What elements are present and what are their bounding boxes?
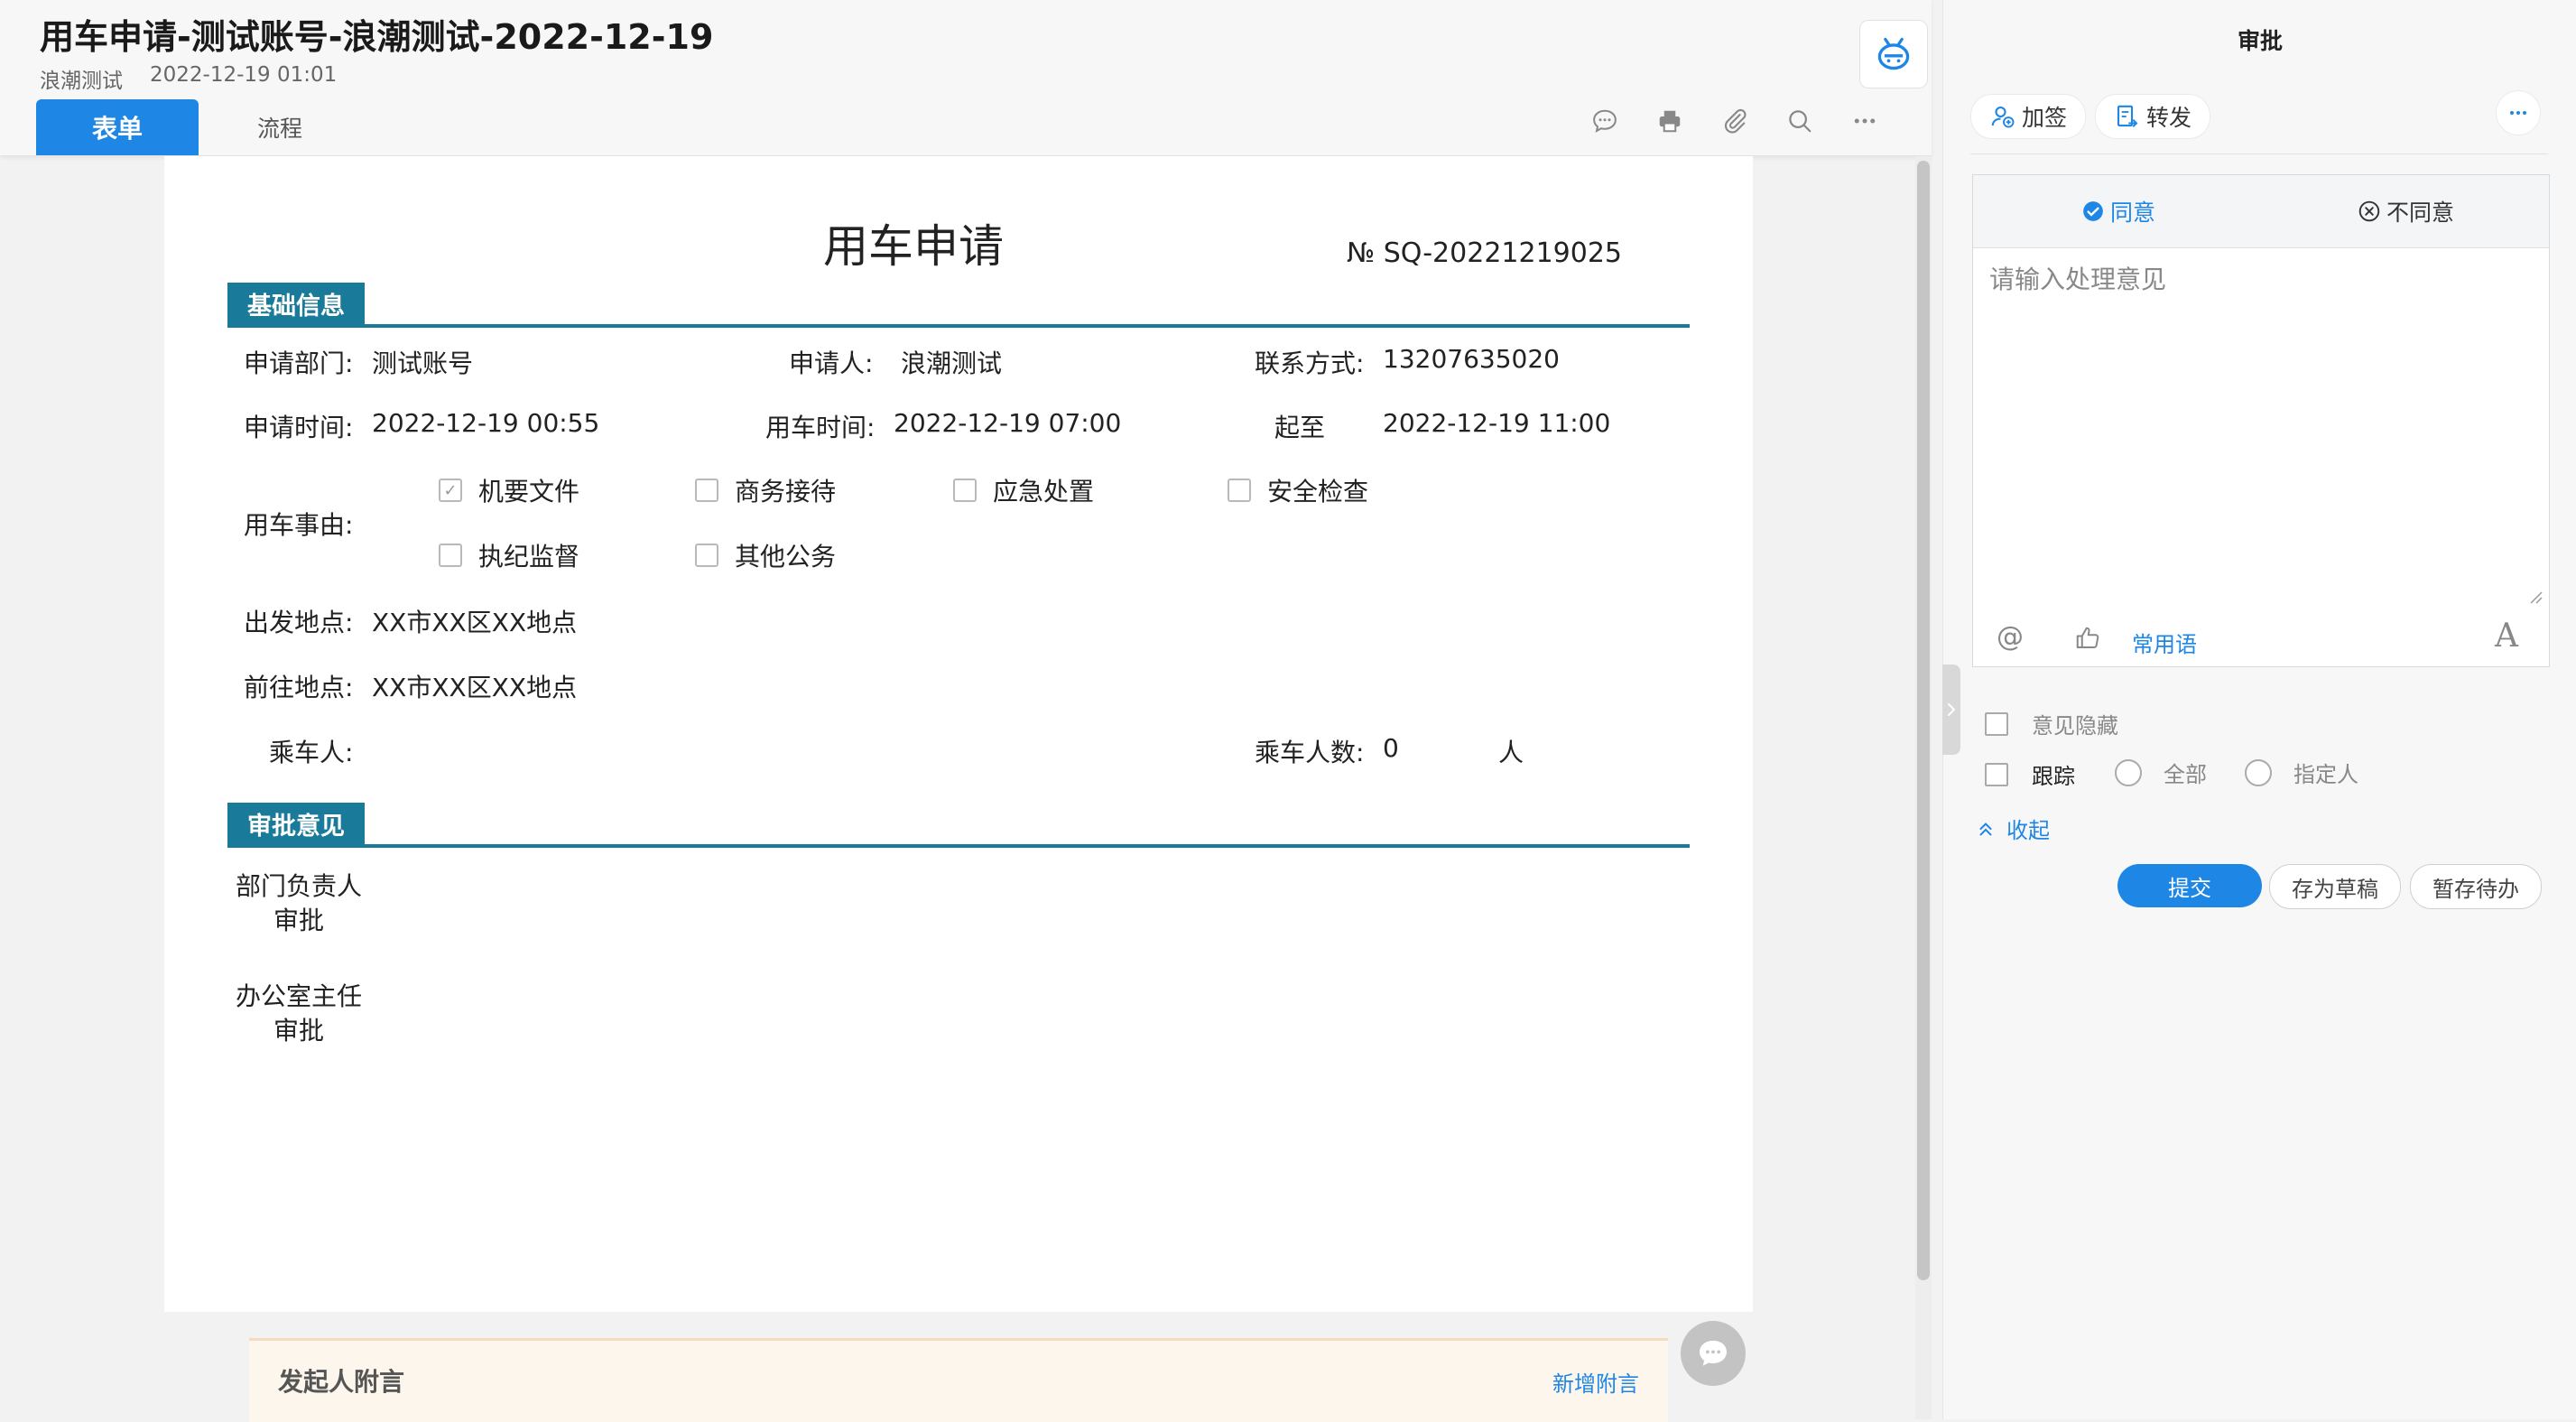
form-serial-number: № SQ-20221219025 (1347, 237, 1623, 269)
add-remark-link[interactable]: 新增附言 (1552, 1366, 1639, 1398)
check-circle-icon (2083, 201, 2103, 221)
radio[interactable] (2115, 758, 2142, 786)
section-approval: 审批意见 (227, 803, 1690, 848)
chevron-right-icon (1948, 703, 1956, 716)
user-add-icon (1991, 106, 2015, 128)
common-phrases-link[interactable]: 常用语 (2132, 627, 2197, 658)
reason-option[interactable]: ✓ 机要文件 (439, 472, 579, 508)
reason-option[interactable]: 其他公务 (695, 537, 836, 573)
until-label: 起至 (1274, 413, 1326, 442)
opinion-box: 同意 不同意 @ 常用语 A (1972, 174, 2550, 667)
until-value: 2022-12-19 11:00 (1383, 408, 1611, 438)
opinion-tabs: 同意 不同意 (1973, 175, 2549, 248)
left-scrollbar-thumb[interactable] (1917, 161, 1930, 1280)
reason-label: 用车事由: (244, 510, 354, 540)
panel-toggle-handle[interactable] (1942, 665, 1960, 755)
passenger-count-value: 0 (1383, 733, 1399, 763)
section-approval-label: 审批意见 (227, 803, 365, 844)
opinion-textarea[interactable] (1973, 249, 2549, 607)
approval-dept-head: 部门负责人 审批 (235, 871, 362, 935)
disagree-option[interactable]: 不同意 (2358, 175, 2454, 247)
more-icon[interactable] (1847, 103, 1883, 139)
applicant-label: 申请人: (789, 349, 874, 378)
checkbox[interactable] (695, 544, 718, 567)
approval-office-director: 办公室主任 审批 (235, 981, 362, 1046)
dept-value: 测试账号 (372, 349, 474, 378)
agree-option[interactable]: 同意 (2081, 175, 2155, 247)
tab-form[interactable]: 表单 (36, 99, 199, 155)
departure-label: 出发地点: (244, 608, 354, 637)
checkbox[interactable] (1228, 479, 1251, 502)
track-option[interactable]: 跟踪 (1985, 758, 2075, 790)
document-title: 用车申请-测试账号-浪潮测试-2022-12-19 (40, 17, 714, 57)
document-datetime: 2022-12-19 01:01 (150, 63, 338, 87)
document-header: 用车申请-测试账号-浪潮测试-2022-12-19 浪潮测试 2022-12-1… (0, 0, 1932, 156)
section-basic-info-label: 基础信息 (227, 283, 365, 324)
passenger-count-label: 乘车人数: (1255, 738, 1365, 767)
section-basic-info: 基础信息 (227, 283, 1690, 328)
track-assigned-radio[interactable]: 指定人 (2245, 757, 2358, 788)
apply-time-value: 2022-12-19 00:55 (372, 408, 600, 438)
panel-more-icon[interactable] (2496, 90, 2541, 135)
panel-title: 审批 (2237, 28, 2283, 54)
approval-panel: 审批 加签 转发 同意 不同意 @ (1942, 0, 2576, 1419)
reason-option[interactable]: 执纪监督 (439, 537, 579, 573)
use-time-label: 用车时间: (765, 413, 876, 442)
double-chevron-up-icon (1979, 822, 1992, 835)
search-icon[interactable] (1782, 103, 1818, 139)
save-pending-button[interactable]: 暂存待办 (2410, 864, 2542, 909)
submit-button[interactable]: 提交 (2117, 864, 2262, 907)
track-all-radio[interactable]: 全部 (2115, 757, 2207, 788)
tab-flow[interactable]: 流程 (217, 99, 343, 155)
add-sign-button[interactable]: 加签 (1970, 94, 2087, 139)
passenger-unit: 人 (1498, 738, 1524, 767)
destination-value: XX市XX区XX地点 (372, 673, 578, 702)
checkbox[interactable] (439, 544, 462, 567)
apply-time-label: 申请时间: (244, 413, 354, 442)
collapse-link[interactable]: 收起 (1976, 813, 2050, 844)
departure-value: XX市XX区XX地点 (372, 608, 578, 637)
checkbox[interactable] (1985, 711, 2008, 736)
hide-opinion-option[interactable]: 意见隐藏 (1985, 708, 2118, 739)
radio[interactable] (2245, 758, 2272, 786)
chat-icon[interactable] (1681, 1321, 1746, 1386)
resize-grip-icon[interactable] (2525, 587, 2544, 605)
document-author: 浪潮测试 (40, 70, 123, 93)
font-format-icon[interactable]: A (2495, 618, 2518, 655)
checkbox[interactable] (1985, 762, 2008, 786)
attachment-icon[interactable] (1717, 103, 1753, 139)
dept-label: 申请部门: (244, 349, 354, 378)
remark-title: 发起人附言 (278, 1367, 405, 1397)
checkbox-checked-icon[interactable]: ✓ (439, 479, 462, 502)
applicant-value: 浪潮测试 (901, 349, 1003, 378)
forward-icon (2117, 105, 2138, 127)
close-circle-icon (2358, 200, 2380, 222)
passenger-label: 乘车人: (269, 738, 354, 767)
use-time-value: 2022-12-19 07:00 (894, 408, 1122, 438)
print-icon[interactable] (1652, 103, 1688, 139)
panel-divider (1970, 153, 2548, 154)
form-paper: 用车申请 № SQ-20221219025 基础信息 申请部门: 测试账号 申请… (164, 156, 1753, 1312)
reason-option[interactable]: 安全检查 (1228, 472, 1368, 508)
destination-label: 前往地点: (244, 673, 354, 702)
contact-value: 13207635020 (1383, 344, 1560, 374)
reason-option[interactable]: 商务接待 (695, 472, 836, 508)
contact-label: 联系方式: (1255, 349, 1365, 378)
comment-icon[interactable] (1587, 103, 1623, 139)
checkbox[interactable] (695, 479, 718, 502)
opinion-toolbar: @ 常用语 A (1973, 612, 2549, 666)
checkbox[interactable] (953, 479, 977, 502)
save-draft-button[interactable]: 存为草稿 (2269, 864, 2401, 909)
mention-icon[interactable]: @ (1997, 621, 2024, 653)
robot-icon[interactable] (1859, 20, 1928, 88)
forward-button[interactable]: 转发 (2095, 94, 2211, 139)
initiator-remark-bar: 发起人附言 新增附言 (249, 1338, 1668, 1422)
reason-option[interactable]: 应急处置 (953, 472, 1094, 508)
thumbs-up-icon[interactable] (2074, 625, 2101, 652)
